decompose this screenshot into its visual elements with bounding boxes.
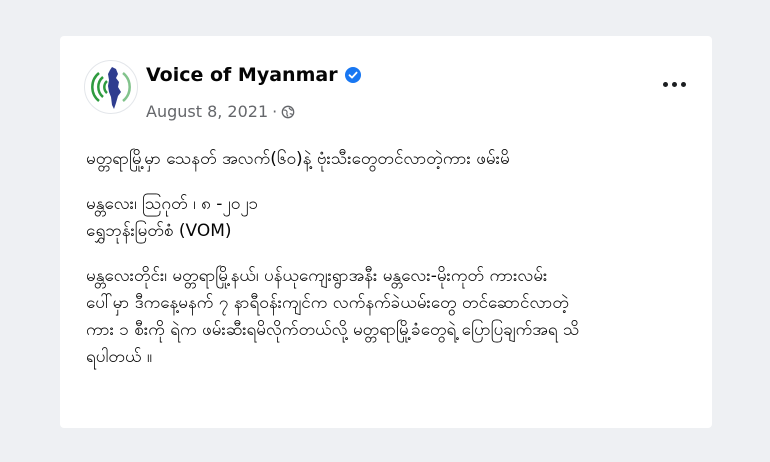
post-date-link[interactable]: August 8, 2021	[146, 102, 268, 121]
more-options-button[interactable]	[663, 82, 686, 87]
post-body: မတ္တရာမြို့မှာ သေနတ် အလက်(၆၀)နဲ့ ဗုံးသီး…	[86, 146, 690, 389]
post-headline: မတ္တရာမြို့မှာ သေနတ် အလက်(၆၀)နဲ့ ဗုံးသီး…	[86, 149, 510, 169]
page-avatar[interactable]	[84, 60, 138, 114]
post-dateline: မန္တလေး၊ ဩဂုတ် ၊ ၈ -၂၀၂၁	[86, 194, 259, 214]
paragraph-line: မန္တလေးတိုင်း၊ မတ္တရာမြို့နယ်၊ ပန်ယုကျေး…	[86, 266, 548, 286]
more-dot	[663, 82, 668, 87]
meta-separator: ·	[272, 102, 278, 121]
page-name-link[interactable]: Voice of Myanmar	[146, 64, 361, 86]
more-dot	[672, 82, 677, 87]
post-byline: ရွှေဘုန်းမြတ်စံ (VOM)	[86, 221, 232, 241]
paragraph-line: ရပါတယ် ။	[86, 347, 152, 367]
page-name-text[interactable]: Voice of Myanmar	[146, 64, 338, 86]
voice-of-myanmar-logo-icon	[91, 67, 131, 109]
paragraph-line: ပေါ်မှာ ဒီကနေ့မနက် ၇ နာရီ၀န်းကျင်က လက်နက…	[86, 293, 569, 313]
post-meta: August 8, 2021 ·	[146, 102, 295, 121]
verified-badge-icon	[344, 67, 361, 83]
post-paragraph: မန္တလေးတိုင်း၊ မတ္တရာမြို့နယ်၊ ပန်ယုကျေး…	[86, 263, 690, 371]
paragraph-line: ကား ၁ စီးကို ရဲက ဖမ်းဆီးရမိလိုက်တယ်လို့ …	[86, 320, 580, 340]
facebook-post-card: Voice of Myanmar August 8, 2021 · မတ္တရာ…	[60, 36, 712, 428]
more-dot	[681, 82, 686, 87]
globe-icon[interactable]	[281, 105, 295, 119]
